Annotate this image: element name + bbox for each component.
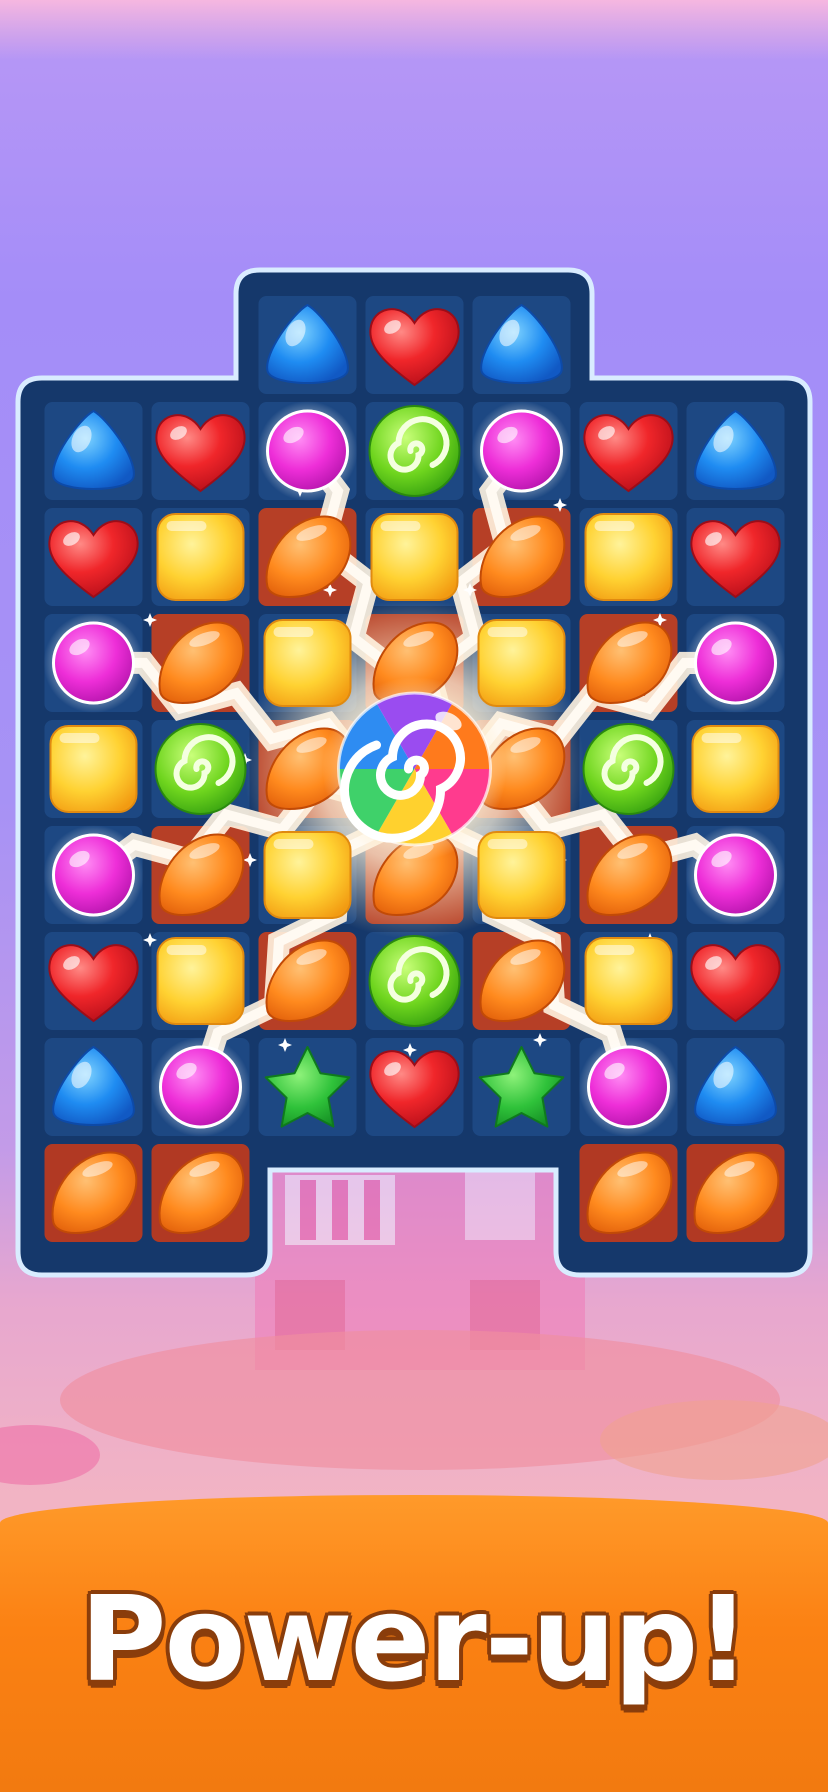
yellow-square-candy[interactable] [156, 513, 245, 601]
green-swirl-candy[interactable] [368, 405, 461, 497]
yellow-square-candy[interactable] [477, 831, 566, 919]
yellow-square-candy[interactable] [263, 619, 352, 707]
yellow-square-candy[interactable] [263, 831, 352, 919]
game-scene: Power-up! [0, 0, 828, 1792]
magenta-ball-candy[interactable] [578, 1037, 679, 1137]
green-swirl-candy[interactable] [154, 723, 247, 815]
yellow-square-candy[interactable] [584, 937, 673, 1025]
magenta-ball-candy[interactable] [257, 401, 358, 501]
green-swirl-candy[interactable] [368, 935, 461, 1027]
color-bomb-layer [322, 677, 507, 861]
magenta-ball-candy[interactable] [150, 1037, 251, 1137]
yellow-square-candy[interactable] [156, 937, 245, 1025]
magenta-ball-candy[interactable] [471, 401, 572, 501]
yellow-square-candy[interactable] [477, 619, 566, 707]
yellow-square-candy[interactable] [584, 513, 673, 601]
green-swirl-candy[interactable] [582, 723, 675, 815]
banner-title: Power-up! [79, 1570, 750, 1708]
color-bomb-candy[interactable] [322, 677, 507, 861]
magenta-ball-candy[interactable] [43, 613, 144, 713]
yellow-square-candy[interactable] [49, 725, 138, 813]
magenta-ball-candy[interactable] [43, 825, 144, 925]
magenta-ball-candy[interactable] [685, 613, 786, 713]
yellow-square-candy[interactable] [691, 725, 780, 813]
magenta-ball-candy[interactable] [685, 825, 786, 925]
yellow-square-candy[interactable] [370, 513, 459, 601]
